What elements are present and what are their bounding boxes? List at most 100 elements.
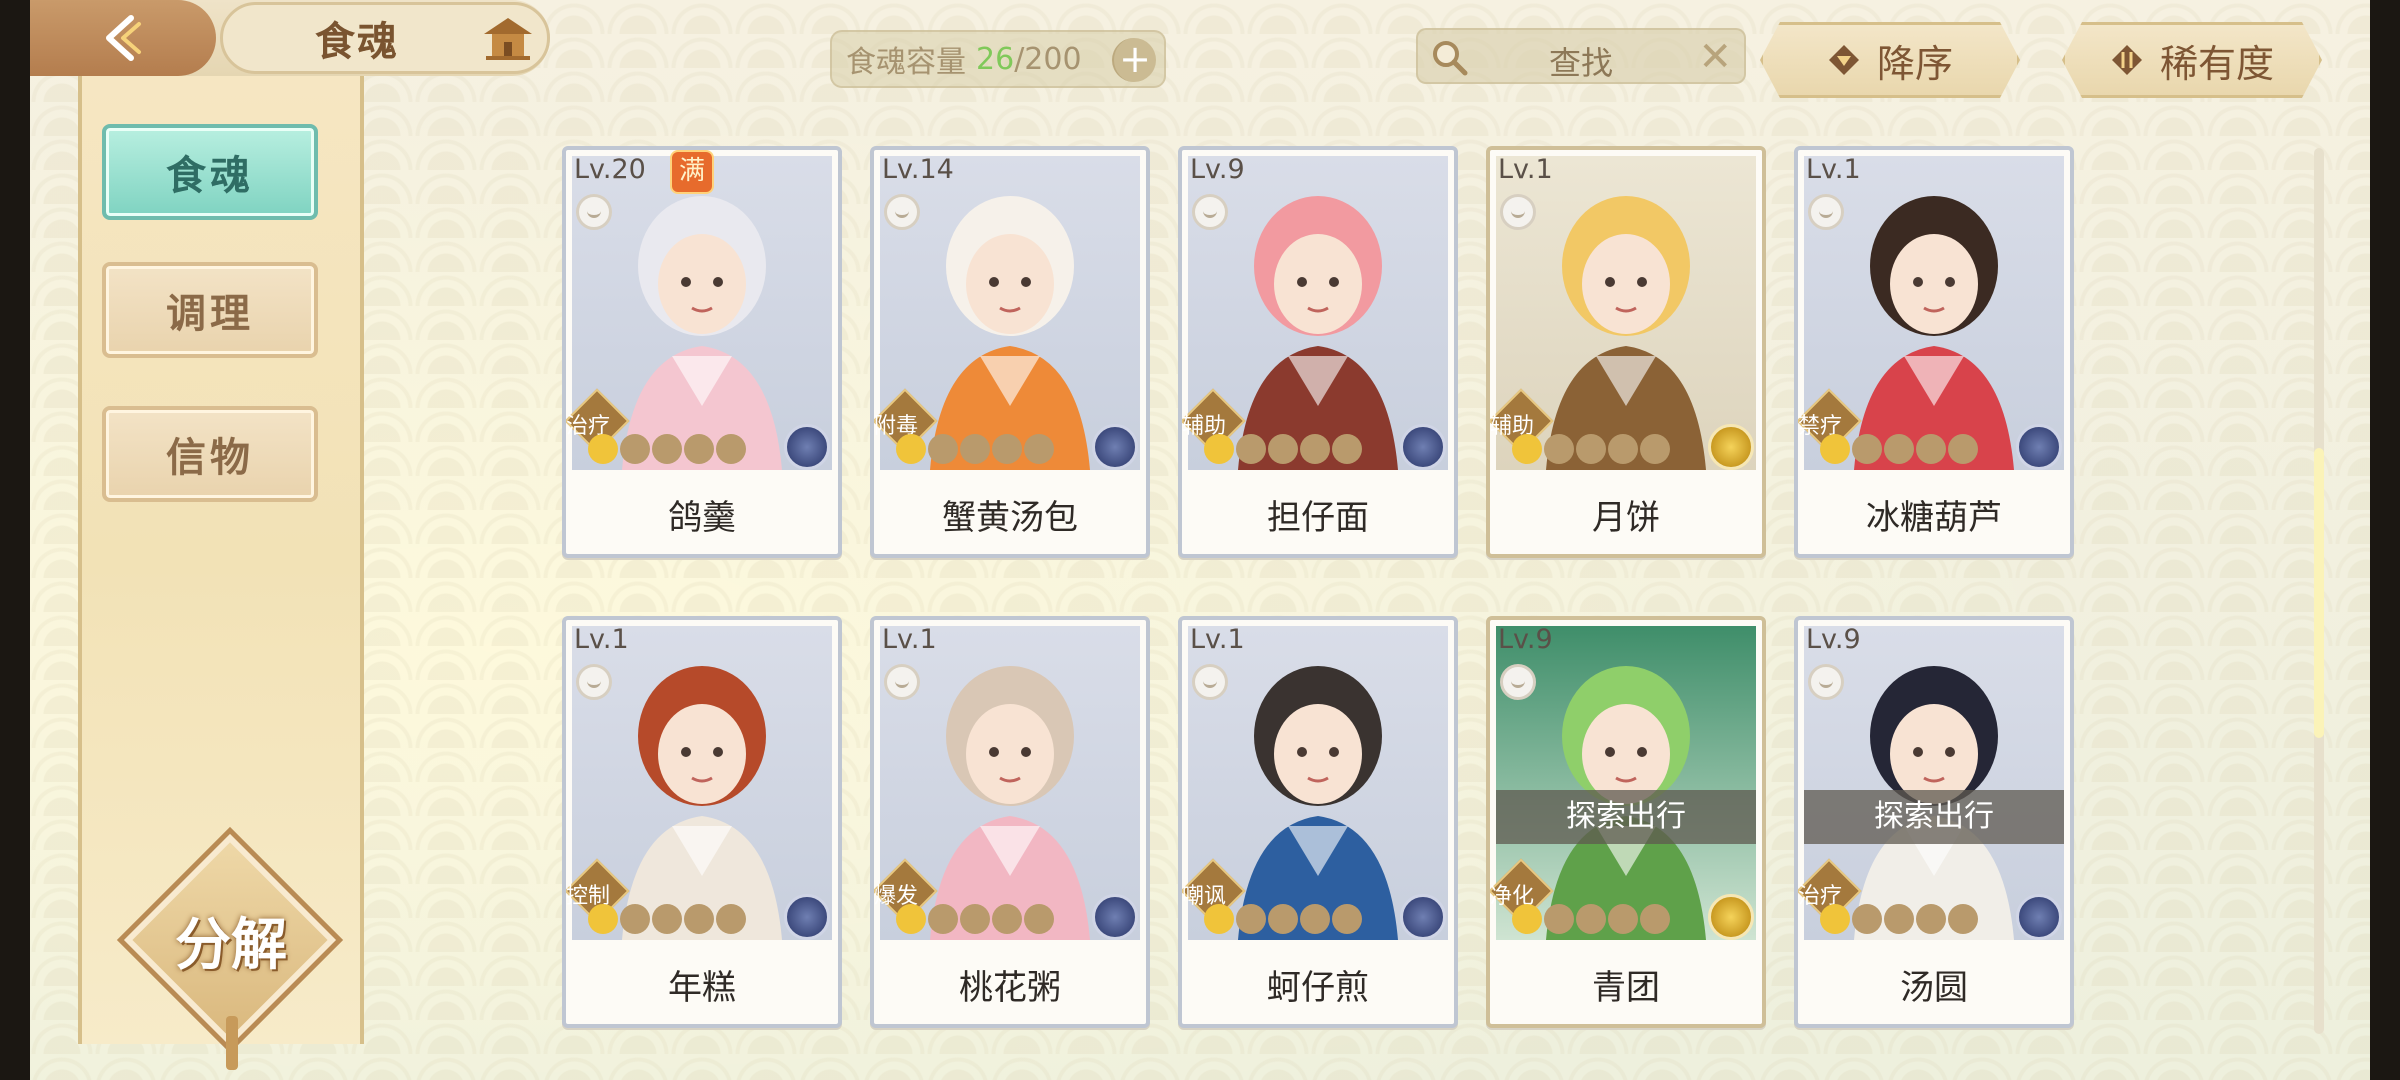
flame-star-icon <box>1948 904 1978 934</box>
star-rating <box>1512 904 1670 934</box>
card-name: 年糕 <box>668 968 736 1008</box>
tassel-decoration <box>226 1016 238 1070</box>
bowl-icon <box>1192 194 1228 230</box>
food-soul-card[interactable]: Lv.9 探索出行 净化 青团 <box>1486 616 1766 1028</box>
card-level: Lv.1 <box>1806 154 1861 185</box>
card-name: 担仔面 <box>1267 498 1369 538</box>
game-screen: 食魂 食魂容量 26 / 200 + 查找 ✕ 降序 稀有度 食魂 调理 信物 … <box>30 0 2370 1080</box>
card-level: Lv.1 <box>1190 624 1245 655</box>
page-title: 食魂 <box>315 19 399 65</box>
flame-star-icon <box>1948 434 1978 464</box>
rarity-flower-icon <box>1092 894 1138 940</box>
flame-star-icon <box>1852 434 1882 464</box>
sort-order-label: 降序 <box>1876 41 1953 86</box>
flame-star-icon <box>928 434 958 464</box>
rarity-flower-icon <box>1092 424 1138 470</box>
bowl-icon <box>1808 664 1844 700</box>
scrollbar-thumb[interactable] <box>2314 448 2324 738</box>
search-box[interactable]: 查找 ✕ <box>1416 28 1746 84</box>
sort-order-button[interactable]: 降序 <box>1760 22 2020 98</box>
card-name: 冰糖葫芦 <box>1866 498 2002 538</box>
sidebar-item-token[interactable]: 信物 <box>102 406 318 502</box>
star-rating <box>588 434 746 464</box>
flame-star-icon <box>1852 904 1882 934</box>
flame-star-icon <box>1916 434 1946 464</box>
sidebar-item-cooking[interactable]: 调理 <box>102 262 318 358</box>
flame-star-icon <box>992 434 1022 464</box>
food-soul-card[interactable]: Lv.14 附毒 蟹黄汤包 <box>870 146 1150 558</box>
flame-star-icon <box>620 904 650 934</box>
decompose-label: 分解 <box>175 913 287 978</box>
flame-star-icon <box>1268 904 1298 934</box>
card-name: 青团 <box>1592 968 1660 1008</box>
food-soul-card[interactable]: Lv.1 爆发 桃花粥 <box>870 616 1150 1028</box>
card-level: Lv.1 <box>1498 154 1553 185</box>
flame-star-icon <box>1268 434 1298 464</box>
card-level: Lv.14 <box>882 154 954 185</box>
flame-star-icon <box>1916 904 1946 934</box>
bowl-icon <box>884 194 920 230</box>
sidebar-item-foodsoul[interactable]: 食魂 <box>102 124 318 220</box>
flame-star-icon <box>1544 904 1574 934</box>
flame-star-icon <box>1236 434 1266 464</box>
food-soul-card[interactable]: Lv.1 辅助 月饼 <box>1486 146 1766 558</box>
food-soul-card[interactable]: Lv.20 满 治疗 鸽羹 <box>562 146 842 558</box>
rarity-flower-icon <box>784 894 830 940</box>
bowl-icon <box>1500 194 1536 230</box>
food-soul-card[interactable]: Lv.1 控制 年糕 <box>562 616 842 1028</box>
star-rating <box>896 904 1054 934</box>
flame-star-icon <box>1884 434 1914 464</box>
capacity-max: 200 <box>1024 41 1082 77</box>
flame-star-icon <box>1024 904 1054 934</box>
capacity-display: 食魂容量 26 / 200 + <box>830 30 1166 88</box>
flame-star-icon <box>652 904 682 934</box>
card-name: 蟹黄汤包 <box>942 498 1078 538</box>
flame-star-icon <box>1300 904 1330 934</box>
star-rating <box>1204 904 1362 934</box>
flame-star-icon <box>588 904 618 934</box>
star-rating <box>1820 904 1978 934</box>
max-level-badge: 满 <box>672 152 712 192</box>
card-name: 桃花粥 <box>959 968 1061 1008</box>
flame-star-icon <box>1608 434 1638 464</box>
back-button[interactable] <box>30 0 216 76</box>
capacity-separator: / <box>1014 41 1025 77</box>
food-soul-card[interactable]: Lv.9 辅助 担仔面 <box>1178 146 1458 558</box>
sort-arrows-icon <box>2110 43 2144 77</box>
star-rating <box>1512 434 1670 464</box>
flame-star-icon <box>1512 904 1542 934</box>
card-level: Lv.20 <box>574 154 646 185</box>
flame-star-icon <box>620 434 650 464</box>
card-name: 汤圆 <box>1900 968 1968 1008</box>
clear-search-icon[interactable]: ✕ <box>1698 34 1732 80</box>
flame-star-icon <box>1332 904 1362 934</box>
flame-star-icon <box>1024 434 1054 464</box>
scrollbar[interactable] <box>2314 148 2324 1034</box>
flame-star-icon <box>1332 434 1362 464</box>
capacity-current: 26 <box>976 41 1015 77</box>
sort-rarity-button[interactable]: 稀有度 <box>2062 22 2322 98</box>
flame-star-icon <box>716 434 746 464</box>
flame-star-icon <box>1544 434 1574 464</box>
search-placeholder: 查找 <box>1548 44 1613 82</box>
card-name: 蚵仔煎 <box>1267 968 1369 1008</box>
flame-star-icon <box>684 904 714 934</box>
card-name: 月饼 <box>1592 498 1660 538</box>
food-soul-card[interactable]: Lv.1 禁疗 冰糖葫芦 <box>1794 146 2074 558</box>
house-icon[interactable] <box>478 12 538 64</box>
flame-star-icon <box>1640 434 1670 464</box>
flame-star-icon <box>1640 904 1670 934</box>
card-level: Lv.9 <box>1806 624 1861 655</box>
flame-star-icon <box>896 434 926 464</box>
food-soul-card[interactable]: Lv.1 嘲讽 蚵仔煎 <box>1178 616 1458 1028</box>
rarity-flower-icon <box>1708 894 1754 940</box>
bowl-icon <box>1500 664 1536 700</box>
flame-star-icon <box>1204 434 1234 464</box>
card-level: Lv.1 <box>574 624 629 655</box>
flame-star-icon <box>1820 904 1850 934</box>
flame-star-icon <box>716 904 746 934</box>
card-name: 鸽羹 <box>668 498 736 538</box>
food-soul-card[interactable]: Lv.9 探索出行 治疗 汤圆 <box>1794 616 2074 1028</box>
flame-star-icon <box>928 904 958 934</box>
capacity-add-button[interactable]: + <box>1112 38 1156 82</box>
